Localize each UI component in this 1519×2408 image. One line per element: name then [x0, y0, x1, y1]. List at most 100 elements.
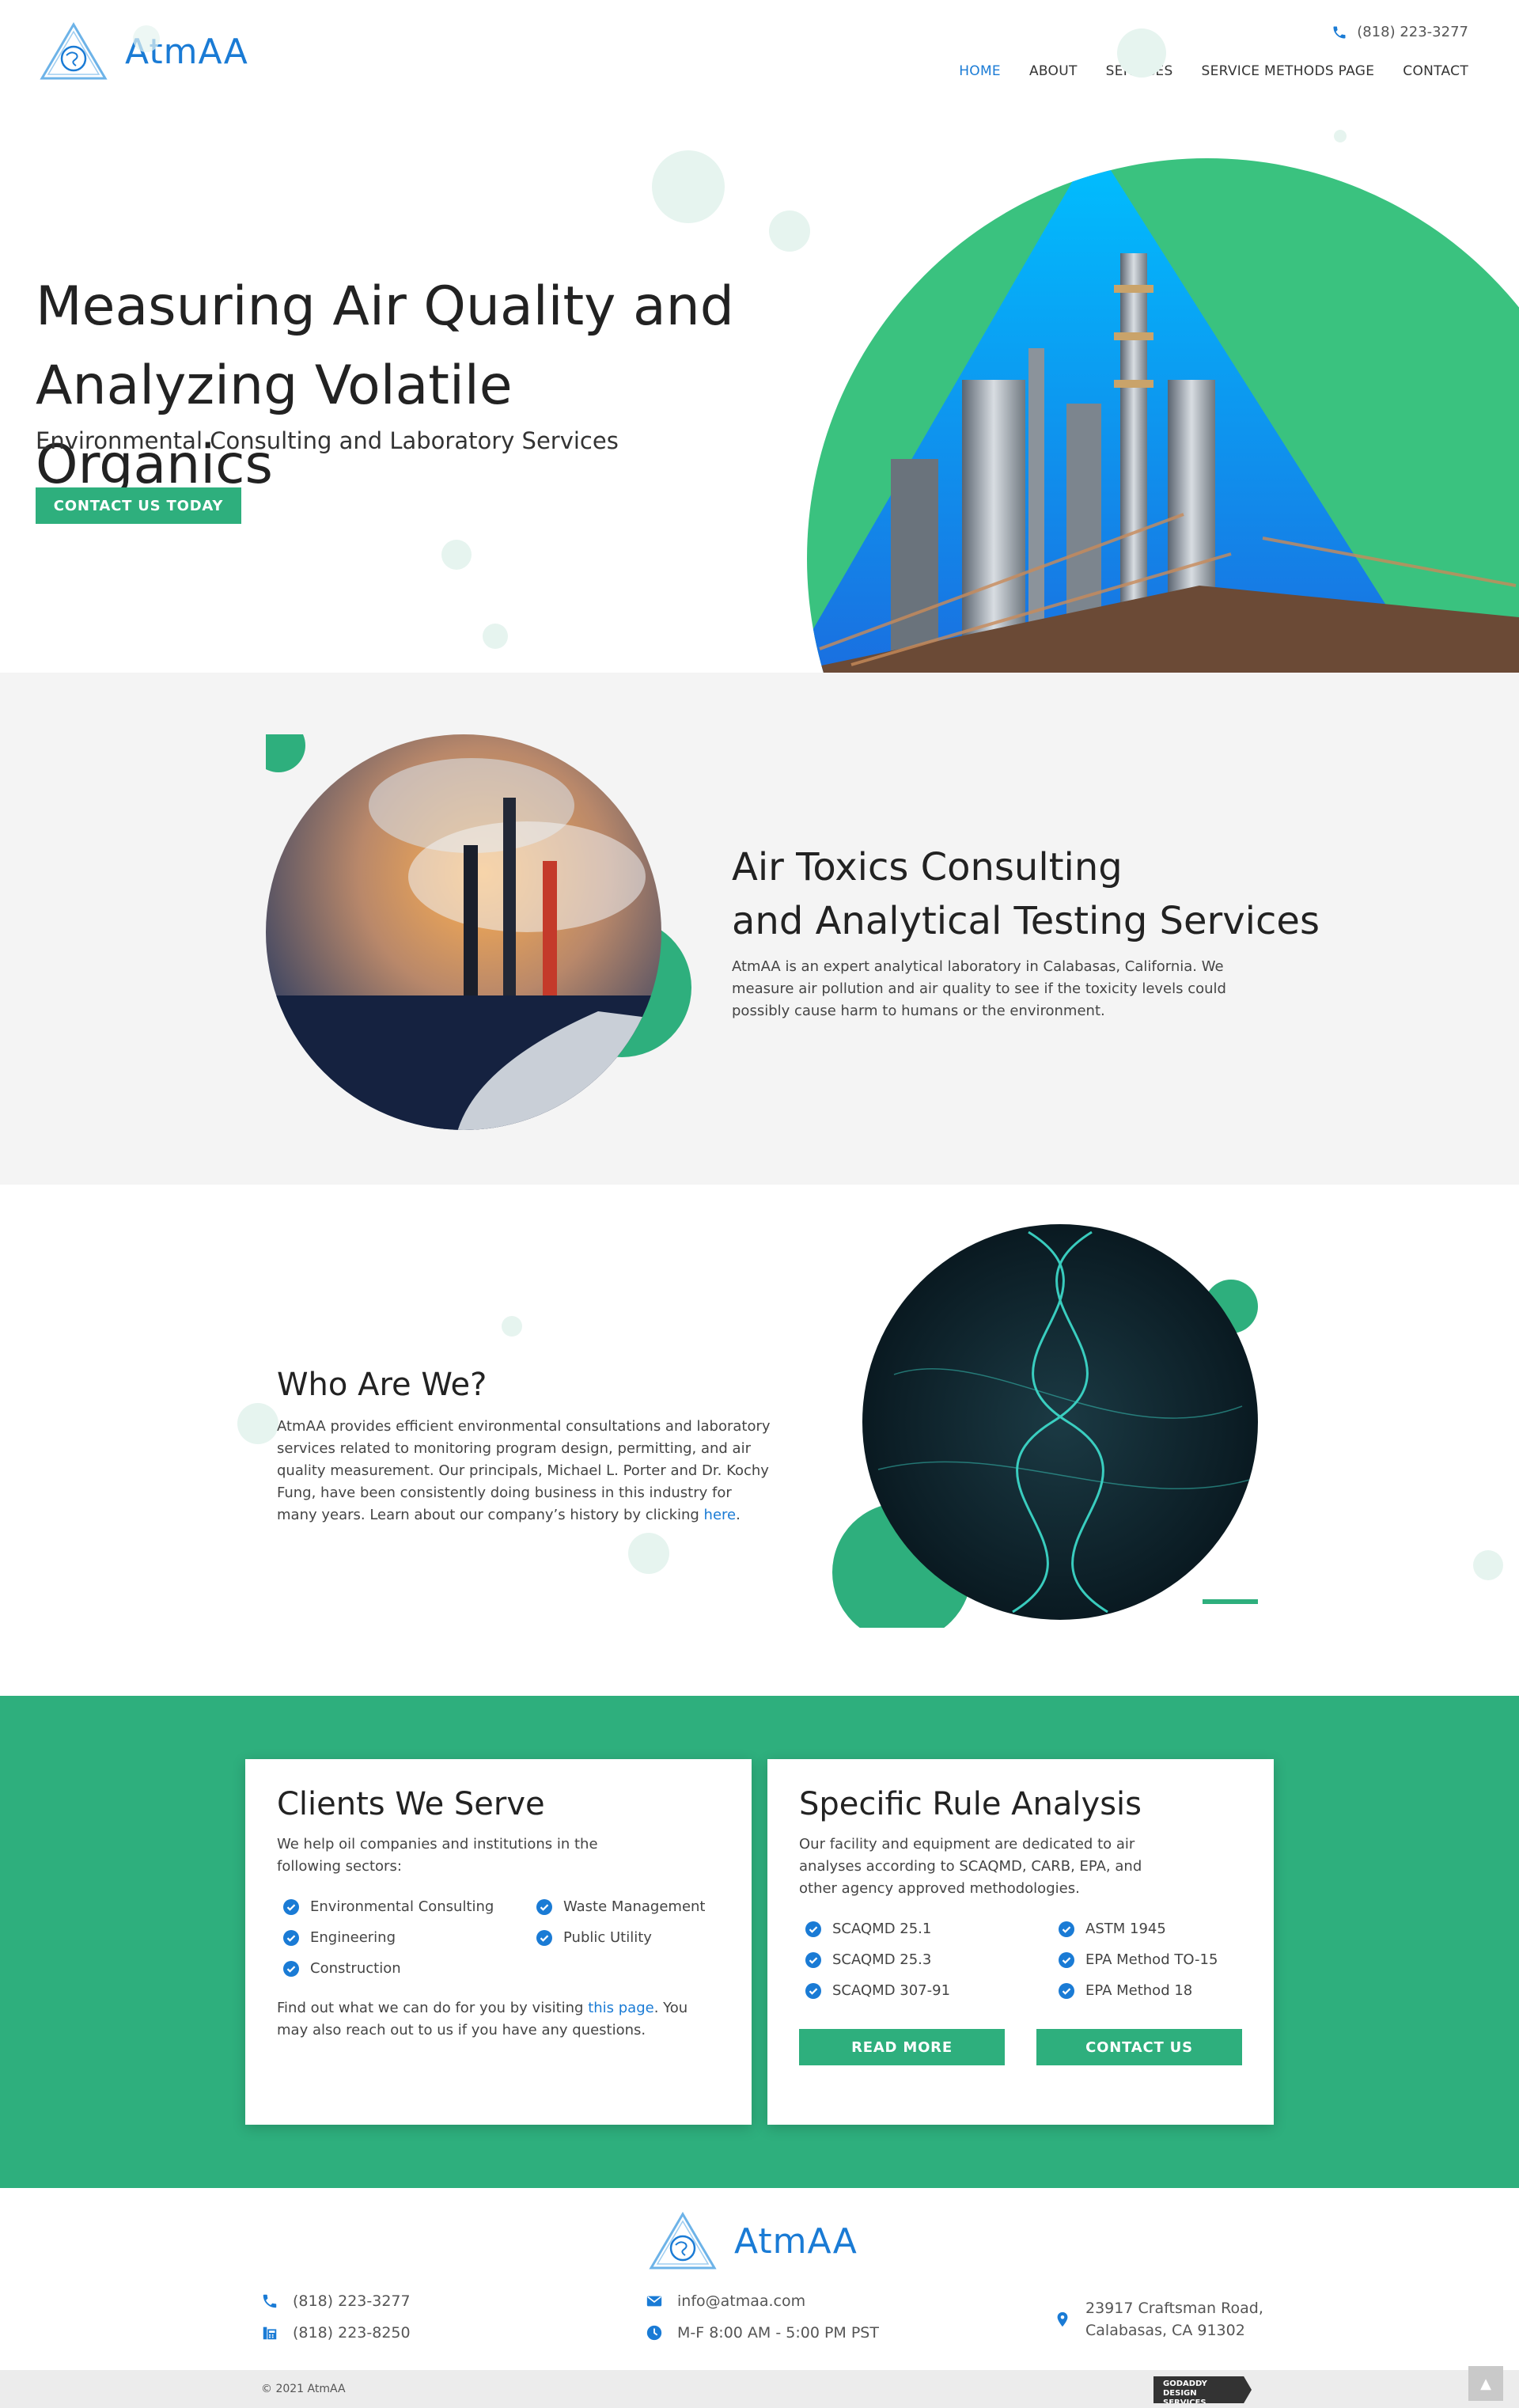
consulting-title-line2: and Analytical Testing Services	[732, 899, 1320, 943]
list-item: Construction	[283, 1960, 536, 1977]
phone-icon	[263, 2294, 277, 2308]
who-section: Who Are We? AtmAA provides efficient env…	[0, 1185, 1519, 1696]
clients-foot: Find out what we can do for you by visit…	[277, 1997, 720, 2042]
fax-icon	[263, 2326, 277, 2340]
list-item: Public Utility	[536, 1929, 742, 1946]
rules-desc: Our facility and equipment are dedicated…	[799, 1836, 1142, 1897]
decor-bubble	[441, 540, 472, 570]
footer-fax-text: (818) 223-8250	[293, 2324, 411, 2342]
address-line2: Calabasas, CA 91302	[1085, 2322, 1245, 2339]
clients-foot-pre: Find out what we can do for you by visit…	[277, 2000, 589, 2016]
footer-logo[interactable]: AtmAA	[649, 2212, 858, 2270]
dna-photo	[832, 1224, 1258, 1628]
list-item: Waste Management	[536, 1898, 742, 1915]
site-header: AtmAA (818) 223-3277 HOME ABOUT SERVICES…	[0, 0, 1519, 119]
decor-bubble	[1473, 1550, 1503, 1580]
list-item: ASTM 1945	[1059, 1921, 1264, 1937]
list-item-label: Construction	[310, 1960, 401, 1977]
smokestack-photo	[266, 734, 691, 1130]
consulting-section: Air Toxics Consulting and Analytical Test…	[0, 673, 1519, 1185]
clients-card: Clients We Serve We help oil companies a…	[245, 1759, 752, 2125]
check-circle-icon	[283, 1898, 299, 1915]
list-item: Environmental Consulting	[283, 1898, 536, 1915]
check-circle-icon	[805, 1951, 821, 1968]
contact-us-today-button[interactable]: CONTACT US TODAY	[36, 487, 241, 524]
badge-line1: GODADDY	[1163, 2380, 1207, 2388]
consulting-title-line1: Air Toxics Consulting	[732, 845, 1123, 889]
rules-title: Specific Rule Analysis	[799, 1786, 1142, 1822]
decor-bubble	[652, 150, 725, 223]
list-item-label: Environmental Consulting	[310, 1898, 494, 1915]
who-body: AtmAA provides efficient environmental c…	[277, 1416, 775, 1526]
copyright: © 2021 AtmAA	[261, 2383, 346, 2395]
consulting-body: AtmAA is an expert analytical laboratory…	[732, 958, 1226, 1019]
list-item: SCAQMD 25.3	[805, 1951, 1059, 1968]
check-circle-icon	[1059, 1921, 1074, 1937]
rules-card: Specific Rule Analysis Our facility and …	[767, 1759, 1274, 2125]
footer-phone[interactable]: (818) 223-3277	[261, 2292, 411, 2310]
list-item: SCAQMD 307-91	[805, 1982, 1059, 1999]
footer-fax: (818) 223-8250	[261, 2324, 411, 2342]
decor-bubble	[628, 1533, 669, 1574]
clients-list: Environmental Consulting Waste Managemen…	[283, 1898, 720, 1977]
decor-bubble	[1334, 130, 1347, 142]
bottom-bar: © 2021 AtmAA GODADDY DESIGN SERVICES	[0, 2370, 1519, 2408]
list-item: EPA Method 18	[1059, 1982, 1264, 1999]
list-item-label: ASTM 1945	[1085, 1921, 1166, 1937]
hero-title-line2: Analyzing Volatile Organics	[36, 355, 513, 496]
phone-icon	[1333, 26, 1346, 38]
header-phone[interactable]: (818) 223-3277	[1331, 24, 1468, 40]
hero-title-line1: Measuring Air Quality and	[36, 275, 734, 338]
footer-email-text: info@atmaa.com	[677, 2292, 806, 2310]
rules-list: SCAQMD 25.1 ASTM 1945 SCAQMD 25.3 EPA Me…	[805, 1921, 1242, 1999]
list-item-label: Engineering	[310, 1929, 396, 1946]
scroll-top-icon: ▲	[1480, 2375, 1491, 2392]
nav-service-methods[interactable]: SERVICE METHODS PAGE	[1202, 63, 1375, 79]
site-footer: AtmAA (818) 223-3277 (818) 223-8250 info…	[0, 2188, 1519, 2370]
decor-bubble	[1117, 28, 1166, 78]
contact-us-button[interactable]: CONTACT US	[1036, 2029, 1242, 2065]
hero-section: Measuring Air Quality and Analyzing Volat…	[0, 119, 1519, 673]
header-phone-text: (818) 223-3277	[1357, 24, 1468, 40]
main-nav: HOME ABOUT SERVICES SERVICE METHODS PAGE…	[959, 63, 1468, 79]
decor-bubble	[237, 1403, 278, 1444]
services-cards-section: Clients We Serve We help oil companies a…	[0, 1696, 1519, 2188]
nav-home[interactable]: HOME	[959, 63, 1001, 79]
list-item-label: EPA Method 18	[1085, 1982, 1193, 1999]
history-link[interactable]: here	[704, 1507, 737, 1523]
check-circle-icon	[805, 1921, 821, 1937]
services-page-link[interactable]: this page	[588, 2000, 654, 2016]
atmaa-logo-icon	[649, 2212, 717, 2270]
footer-email[interactable]: info@atmaa.com	[646, 2292, 805, 2310]
who-body-text: AtmAA provides efficient environmental c…	[277, 1418, 771, 1523]
badge-line2: DESIGN SERVICES	[1163, 2389, 1206, 2407]
scroll-top-button[interactable]: ▲	[1468, 2366, 1503, 2401]
list-item: EPA Method TO-15	[1059, 1951, 1264, 1968]
list-item-label: Public Utility	[563, 1929, 652, 1946]
location-icon	[1057, 2311, 1068, 2327]
hero-subtitle: Environmental Consulting and Laboratory …	[36, 427, 619, 454]
check-circle-icon	[536, 1898, 552, 1915]
list-item-label: SCAQMD 307-91	[832, 1982, 951, 1999]
address-line1: 23917 Craftsman Road,	[1085, 2300, 1263, 2317]
clients-desc: We help oil companies and institutions i…	[277, 1836, 598, 1875]
list-item-label: EPA Method TO-15	[1085, 1951, 1218, 1968]
footer-hours-text: M-F 8:00 AM - 5:00 PM PST	[677, 2324, 879, 2342]
hero-title: Measuring Air Quality and Analyzing Volat…	[36, 267, 748, 505]
atmaa-logo-icon	[40, 22, 108, 80]
nav-contact[interactable]: CONTACT	[1403, 63, 1468, 79]
refinery-hero-image	[807, 158, 1519, 673]
read-more-button[interactable]: READ MORE	[799, 2029, 1005, 2065]
check-circle-icon	[805, 1982, 821, 1999]
clock-icon	[646, 2325, 662, 2341]
consulting-title: Air Toxics Consulting and Analytical Test…	[732, 840, 1320, 948]
footer-logo-text: AtmAA	[734, 2220, 858, 2262]
email-icon	[646, 2296, 662, 2307]
who-body-end: .	[736, 1507, 741, 1523]
list-item: SCAQMD 25.1	[805, 1921, 1059, 1937]
check-circle-icon	[283, 1960, 299, 1977]
godaddy-badge[interactable]: GODADDY DESIGN SERVICES	[1153, 2376, 1252, 2403]
nav-about[interactable]: ABOUT	[1029, 63, 1078, 79]
list-item-label: SCAQMD 25.3	[832, 1951, 932, 1968]
check-circle-icon	[1059, 1951, 1074, 1968]
